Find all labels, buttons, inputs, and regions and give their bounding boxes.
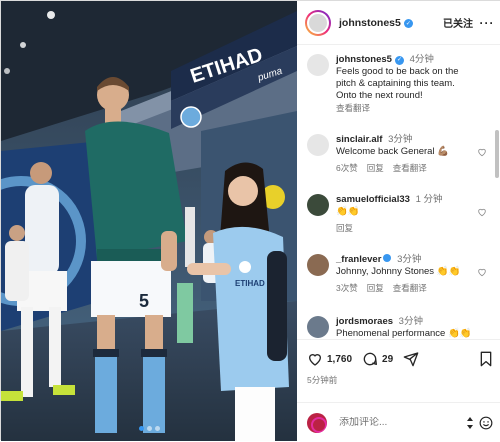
comment-text: Phenomenal performance 👏👏 bbox=[336, 328, 472, 338]
comment-like-heart-icon[interactable] bbox=[477, 207, 487, 217]
author-avatar[interactable] bbox=[305, 9, 331, 36]
following-button[interactable]: 已关注 bbox=[443, 15, 473, 30]
composer-tools bbox=[465, 416, 493, 430]
stadium-tunnel-scene: ETIHAD puma 5 ETIHAD bbox=[1, 1, 297, 441]
comment-likes[interactable]: 3次赞 bbox=[336, 283, 358, 293]
comment-time: 3分钟 bbox=[398, 316, 423, 327]
comment-reply-button[interactable]: 回复 bbox=[367, 163, 384, 173]
sort-arrows-icon[interactable] bbox=[465, 416, 475, 430]
comment-username[interactable]: _franlever bbox=[336, 254, 381, 265]
comment-like-heart-icon[interactable] bbox=[477, 147, 487, 157]
comment-time: 1 分钟 bbox=[415, 194, 443, 205]
caption-time: 4分钟 bbox=[409, 54, 434, 65]
post-timestamp: 5分钟前 bbox=[307, 375, 338, 385]
caption-text: Feels good to be back on the pitch & cap… bbox=[336, 66, 459, 101]
bookmark-save-icon[interactable] bbox=[479, 351, 493, 367]
commenter-avatar[interactable] bbox=[307, 134, 329, 156]
comment-item: samuelofficial33 1 分钟 👏👏 回复 bbox=[307, 194, 491, 234]
commenter-avatar[interactable] bbox=[307, 316, 329, 338]
verified-badge-icon bbox=[383, 254, 392, 262]
comment-item: _franlever 3分钟 Johnny, Johnny Stones 👏👏 … bbox=[307, 254, 491, 294]
add-comment-input[interactable] bbox=[339, 417, 449, 428]
caption-translate-link[interactable]: 查看翻译 bbox=[336, 102, 476, 114]
comments-list[interactable]: johnstones5 ✓ 4分钟 Feels good to be back o… bbox=[297, 46, 500, 338]
comment-item: jordsmoraes 3分钟 Phenomenal performance 👏… bbox=[307, 316, 491, 338]
like-count[interactable]: 1,760 bbox=[327, 354, 352, 365]
author-username[interactable]: johnstones5 ✓ bbox=[339, 17, 413, 29]
comment-time: 3分钟 bbox=[397, 254, 422, 265]
comment-text: Johnny, Johnny Stones 👏👏 bbox=[336, 266, 461, 277]
post-photo[interactable]: ETIHAD puma 5 ETIHAD bbox=[1, 1, 297, 441]
comment-reply-button[interactable]: 回复 bbox=[336, 223, 353, 233]
carousel-dot-active[interactable] bbox=[138, 426, 144, 431]
current-user-avatar bbox=[307, 412, 327, 433]
post-header: johnstones5 ✓ 已关注 ··· bbox=[297, 1, 500, 45]
carousel-dot[interactable] bbox=[146, 426, 152, 431]
more-options-icon[interactable]: ··· bbox=[473, 16, 500, 30]
comments-scrollbar[interactable] bbox=[495, 130, 499, 178]
like-heart-icon[interactable] bbox=[307, 351, 323, 367]
svg-text:ETIHAD: ETIHAD bbox=[235, 279, 265, 288]
svg-text:5: 5 bbox=[139, 291, 149, 311]
comment-time: 3分钟 bbox=[388, 134, 413, 145]
comment-username[interactable]: samuelofficial33 bbox=[336, 194, 410, 205]
post-side-panel: johnstones5 ✓ 已关注 ··· johnstones5 ✓ 4分钟 Fe… bbox=[297, 1, 500, 441]
comment-like-heart-icon[interactable] bbox=[477, 267, 487, 277]
emoji-smiley-icon[interactable] bbox=[479, 416, 493, 430]
comment-text: 👏👏 bbox=[336, 206, 360, 217]
comment-item: sinclair.alf 3分钟 Welcome back General 💪🏽… bbox=[307, 134, 491, 174]
verified-badge-icon: ✓ bbox=[394, 55, 404, 65]
comment-bubble-icon[interactable] bbox=[362, 351, 378, 367]
commenter-avatar[interactable] bbox=[307, 254, 329, 276]
comment-translate-link[interactable]: 查看翻译 bbox=[393, 163, 427, 173]
share-send-icon[interactable] bbox=[403, 351, 419, 367]
post-caption: johnstones5 ✓ 4分钟 Feels good to be back o… bbox=[307, 54, 491, 114]
comment-translate-link[interactable]: 查看翻译 bbox=[393, 283, 427, 293]
post-actions: 1,760 29 5分钟前 bbox=[297, 339, 500, 441]
action-bar: 1,760 29 bbox=[307, 350, 493, 368]
comment-username[interactable]: sinclair.alf bbox=[336, 134, 382, 145]
comment-reply-button[interactable]: 回复 bbox=[367, 283, 384, 293]
carousel-dot[interactable] bbox=[154, 426, 160, 431]
verified-badge-icon: ✓ bbox=[403, 19, 413, 28]
carousel-indicator bbox=[1, 426, 297, 431]
caption-author-avatar[interactable] bbox=[307, 54, 329, 76]
comment-likes[interactable]: 6次赞 bbox=[336, 163, 358, 173]
comment-text: Welcome back General 💪🏽 bbox=[336, 146, 450, 157]
instagram-post-modal: ETIHAD puma 5 ETIHAD johnstones5 ✓ 已关注 ·… bbox=[0, 0, 500, 441]
comment-composer bbox=[297, 402, 500, 442]
comment-username[interactable]: jordsmoraes bbox=[336, 316, 393, 327]
caption-username[interactable]: johnstones5 bbox=[336, 54, 392, 65]
commenter-avatar[interactable] bbox=[307, 194, 329, 216]
comment-count[interactable]: 29 bbox=[382, 354, 393, 365]
